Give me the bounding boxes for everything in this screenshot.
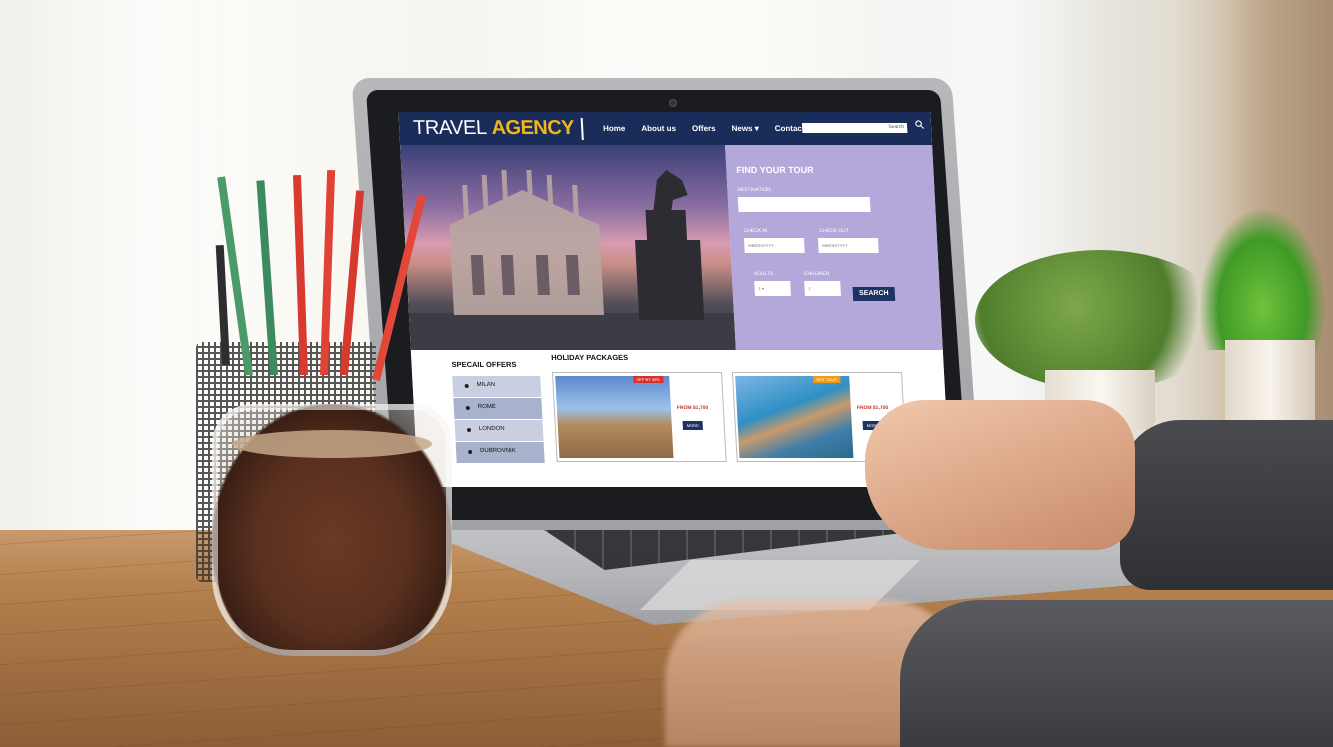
sleeve — [1120, 420, 1333, 590]
laptop-screen: TRAVEL AGENCY Home About us Offers News … — [398, 112, 951, 487]
nav-contact[interactable]: Contact — [774, 124, 804, 133]
colosseum-image — [555, 376, 674, 458]
nav-about[interactable]: About us — [641, 124, 676, 133]
find-tour-panel: FIND YOUR TOUR DESTINATION CHECK IN CHEC… — [725, 145, 943, 350]
coffee-crema — [232, 430, 432, 458]
offer-item[interactable]: DUBROVNIK — [455, 442, 545, 463]
adults-select[interactable]: 1 ▾ — [754, 281, 791, 296]
plant-foliage — [975, 250, 1225, 390]
find-tour-title: FIND YOUR TOUR — [736, 165, 814, 175]
destination-input[interactable] — [737, 197, 871, 212]
children-select[interactable]: 1 — [804, 281, 841, 296]
package-card[interactable]: OFF BY 30% FROM $1,700 MORE — [551, 372, 727, 462]
special-offers-list: MILAN ROME LONDON DUBROVNIK — [452, 376, 545, 464]
search-input[interactable]: Search — [801, 123, 908, 133]
search-tour-button[interactable]: SEARCH — [852, 287, 896, 301]
hero-image-milan-cathedral — [400, 145, 736, 350]
search-icon[interactable] — [915, 120, 925, 129]
checkout-input[interactable]: MM/DD/YYYY — [817, 238, 879, 253]
more-button[interactable]: MORE — [682, 421, 704, 430]
special-offers-title: SPECAIL OFFERS — [451, 360, 517, 369]
plant-foliage — [1200, 210, 1325, 350]
nav-offers[interactable]: Offers — [692, 124, 716, 133]
photo-scene: TRAVEL AGENCY Home About us Offers News … — [0, 0, 1333, 747]
site-logo[interactable]: TRAVEL AGENCY — [413, 117, 584, 140]
nav-home[interactable]: Home — [603, 124, 626, 133]
blurred-sleeve — [900, 600, 1333, 747]
checkin-input[interactable]: MM/DD/YYYY — [743, 238, 805, 253]
webcam — [670, 100, 676, 106]
offer-item[interactable]: ROME — [453, 398, 543, 419]
holiday-packages-title: HOLIDAY PACKAGES — [550, 353, 629, 362]
dubrovnik-image — [735, 376, 854, 458]
nav-news[interactable]: News ▾ — [731, 124, 759, 133]
offer-item[interactable]: MILAN — [452, 376, 542, 397]
site-navbar: TRAVEL AGENCY Home About us Offers News … — [398, 112, 933, 145]
nav-menu: Home About us Offers News ▾ Contact — [603, 124, 821, 133]
hand-on-keyboard — [865, 400, 1135, 550]
cathedral-illustration — [408, 170, 736, 350]
offer-item[interactable]: LONDON — [454, 420, 544, 441]
